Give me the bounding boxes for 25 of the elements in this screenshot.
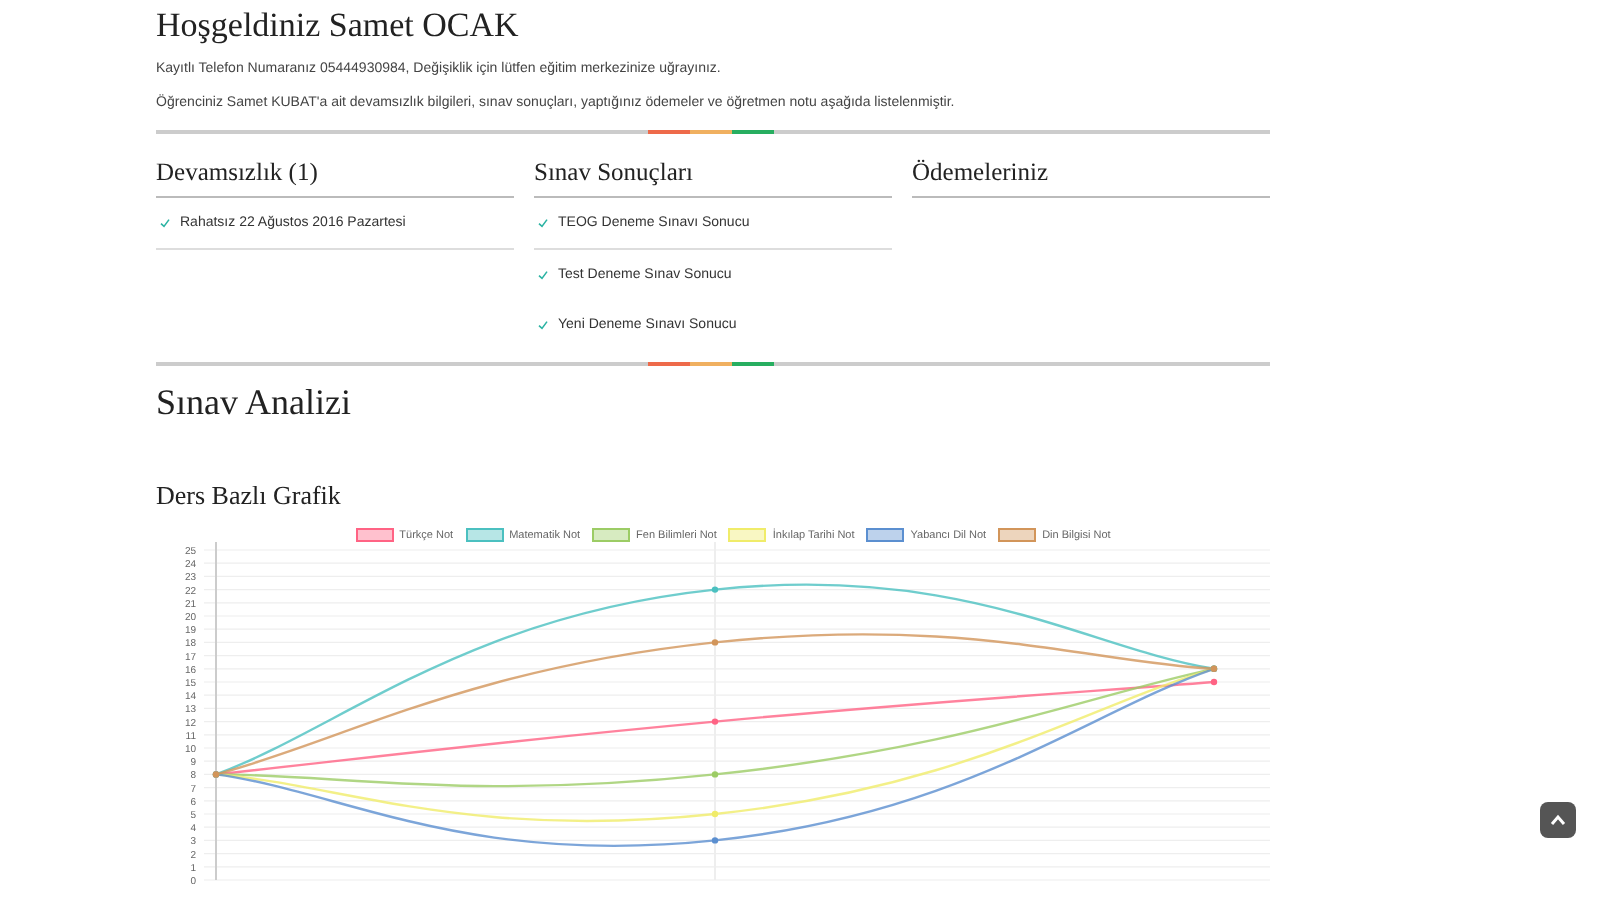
data-point (711, 837, 719, 844)
data-point (711, 586, 719, 593)
section-title: Devamsızlık (1) (156, 158, 514, 198)
legend-swatch (465, 528, 504, 542)
legend-swatch (728, 528, 767, 542)
legend-swatch (866, 528, 905, 542)
check-icon (538, 270, 548, 280)
welcome-title: Hoşgeldiniz Samet OCAK (156, 6, 521, 46)
check-icon (538, 320, 548, 330)
data-point (711, 810, 719, 818)
legend-swatch (592, 528, 631, 542)
section-title: Sınav Sonuçları (534, 158, 892, 198)
caret-up-icon (1550, 814, 1566, 826)
check-icon (160, 218, 170, 228)
data-point (711, 718, 719, 725)
data-point (711, 771, 719, 778)
legend-swatch (998, 528, 1037, 542)
section-title: Ödemeleriniz (912, 158, 1270, 198)
legend-swatch (355, 528, 394, 542)
data-point (1210, 678, 1218, 686)
check-icon (538, 218, 548, 228)
section-heading: Sınav Analizi (156, 382, 353, 424)
scroll-top-button[interactable] (1540, 802, 1576, 838)
chart-title: Ders Bazlı Grafik (156, 480, 343, 512)
data-point (711, 639, 719, 646)
